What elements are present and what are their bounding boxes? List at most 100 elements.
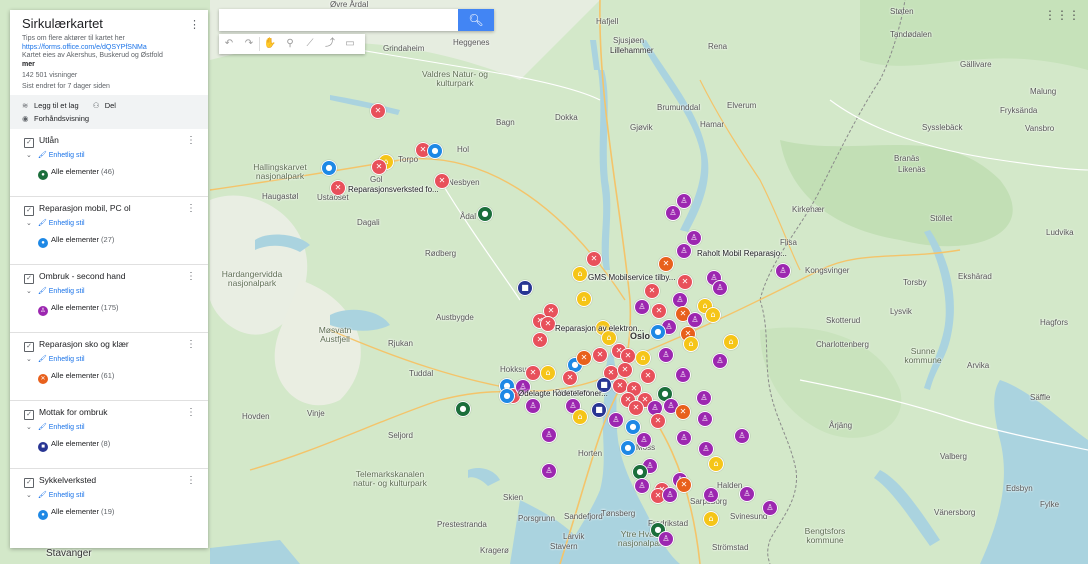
apps-grid-icon[interactable]: ⋮⋮⋮ [1044,8,1080,22]
more-link[interactable]: mer [22,61,35,68]
repair-pin[interactable]: ✕ [371,159,387,175]
secondhand-pin[interactable]: ♙ [658,531,674,547]
layer-all-items[interactable]: ● Alle elementer (46) [38,167,114,180]
bicycle-pin[interactable]: ● [499,388,515,404]
store-pin[interactable]: ⌂ [572,266,588,282]
preview-button[interactable]: ◉ Forhåndsvisning [22,112,196,125]
repair-pin[interactable]: ✕ [562,370,578,386]
secondhand-pin[interactable]: ♙ [525,398,541,414]
layer-style-link[interactable]: ⌄ 🖌︎ Enhetlig stil [26,423,85,431]
shoe-repair-pin[interactable]: ✕ [576,350,592,366]
lending-pin[interactable]: ● [455,401,471,417]
repair-pin[interactable]: ✕ [370,103,386,119]
bicycle-pin[interactable]: ● [650,324,666,340]
store-pin[interactable]: ⌂ [635,350,651,366]
donation-pin[interactable]: ■ [517,280,533,296]
shoe-repair-pin[interactable]: ✕ [675,404,691,420]
bicycle-pin[interactable]: ● [620,440,636,456]
secondhand-pin[interactable]: ♙ [734,428,750,444]
layer-style-link[interactable]: ⌄ 🖌︎ Enhetlig stil [26,151,85,159]
secondhand-pin[interactable]: ♙ [675,367,691,383]
layer-options-icon[interactable]: ⋮ [186,339,196,350]
secondhand-pin[interactable]: ♙ [634,299,650,315]
secondhand-pin[interactable]: ♙ [665,205,681,221]
layer-options-icon[interactable]: ⋮ [186,203,196,214]
search-button[interactable]: 🔍︎ [458,9,494,31]
repair-pin[interactable]: ✕ [592,347,608,363]
more-options-icon[interactable]: ⋮ [189,18,200,31]
bicycle-pin[interactable]: ● [427,143,443,159]
undo-icon[interactable]: ↶ [219,34,239,54]
secondhand-pin[interactable]: ♙ [662,487,678,503]
repair-pin[interactable]: ✕ [651,303,667,319]
secondhand-pin[interactable]: ♙ [697,411,713,427]
store-pin[interactable]: ⌂ [705,307,721,323]
shoe-repair-pin[interactable]: ✕ [658,256,674,272]
lending-pin[interactable]: ● [477,206,493,222]
secondhand-pin[interactable]: ♙ [703,487,719,503]
store-pin[interactable]: ⌂ [540,365,556,381]
donation-pin[interactable]: ■ [591,402,607,418]
repair-pin[interactable]: ✕ [677,274,693,290]
route-icon[interactable]: ⤴ [320,34,340,54]
secondhand-pin[interactable]: ♙ [698,441,714,457]
repair-pin[interactable]: ✕ [644,283,660,299]
secondhand-pin[interactable]: ♙ [739,486,755,502]
layer-style-link[interactable]: ⌄ 🖌︎ Enhetlig stil [26,287,85,295]
repair-pin[interactable]: ✕ [586,251,602,267]
repair-pin[interactable]: ✕ [532,332,548,348]
ruler-icon[interactable]: ▭ [340,34,360,54]
repair-pin[interactable]: ✕ [540,316,556,332]
redo-icon[interactable]: ↷ [239,34,259,54]
layer-all-items[interactable]: ♙ Alle elementer (175) [38,303,119,316]
secondhand-pin[interactable]: ♙ [636,432,652,448]
share-button[interactable]: ⚇ Del [93,101,116,110]
repair-pin[interactable]: ✕ [617,362,633,378]
bicycle-pin[interactable]: ● [321,160,337,176]
layer-checkbox[interactable]: ✓ [24,410,34,420]
repair-pin[interactable]: ✕ [525,365,541,381]
secondhand-pin[interactable]: ♙ [762,500,778,516]
layer-options-icon[interactable]: ⋮ [186,475,196,486]
layer-style-link[interactable]: ⌄ 🖌︎ Enhetlig stil [26,491,85,499]
layer-all-items[interactable]: ■ Alle elementer (8) [38,439,110,452]
secondhand-pin[interactable]: ♙ [712,353,728,369]
layer-all-items[interactable]: ● Alle elementer (27) [38,235,114,248]
search-input[interactable] [219,9,481,29]
layer-all-items[interactable]: ● Alle elementer (19) [38,507,114,520]
layer-options-icon[interactable]: ⋮ [186,407,196,418]
store-pin[interactable]: ⌂ [576,291,592,307]
layer-checkbox[interactable]: ✓ [24,274,34,284]
polygon-icon[interactable]: ⟋ [300,34,320,54]
add-layer-button[interactable]: ≋ Legg til et lag [22,101,79,110]
secondhand-pin[interactable]: ♙ [676,430,692,446]
layer-checkbox[interactable]: ✓ [24,138,34,148]
secondhand-pin[interactable]: ♙ [608,412,624,428]
repair-pin[interactable]: ✕ [640,368,656,384]
repair-pin[interactable]: ✕ [628,400,644,416]
shoe-repair-pin[interactable]: ✕ [676,477,692,493]
secondhand-pin[interactable]: ♙ [541,427,557,443]
repair-pin[interactable]: ✕ [650,413,666,429]
secondhand-pin[interactable]: ♙ [676,243,692,259]
layer-style-link[interactable]: ⌄ 🖌︎ Enhetlig stil [26,355,85,363]
layer-style-link[interactable]: ⌄ 🖌︎ Enhetlig stil [26,219,85,227]
repair-pin[interactable]: ✕ [330,180,346,196]
secondhand-pin[interactable]: ♙ [541,463,557,479]
layer-checkbox[interactable]: ✓ [24,342,34,352]
layer-options-icon[interactable]: ⋮ [186,271,196,282]
store-pin[interactable]: ⌂ [723,334,739,350]
layer-options-icon[interactable]: ⋮ [186,135,196,146]
form-link[interactable]: https://forms.office.com/e/dQSYPfSNMa [22,44,147,51]
secondhand-pin[interactable]: ♙ [658,347,674,363]
secondhand-pin[interactable]: ♙ [634,478,650,494]
store-pin[interactable]: ⌂ [708,456,724,472]
secondhand-pin[interactable]: ♙ [775,263,791,279]
store-pin[interactable]: ⌂ [572,409,588,425]
store-pin[interactable]: ⌂ [703,511,719,527]
store-pin[interactable]: ⌂ [683,336,699,352]
layer-checkbox[interactable]: ✓ [24,478,34,488]
secondhand-pin[interactable]: ♙ [712,280,728,296]
secondhand-pin[interactable]: ♙ [696,390,712,406]
hand-icon[interactable]: ✋ [260,34,280,54]
